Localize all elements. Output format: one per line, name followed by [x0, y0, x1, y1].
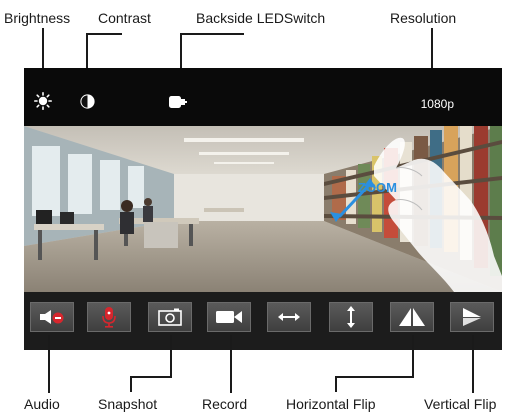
callout-audio: Audio: [24, 396, 60, 412]
top-toolbar: 1080p: [24, 68, 502, 126]
leader-hflip-v: [412, 335, 414, 377]
sun-icon[interactable]: [34, 92, 53, 111]
video-feed[interactable]: ZOOM: [24, 126, 502, 292]
vertical-arrows-button[interactable]: [329, 302, 373, 332]
leader-snapshot-v1: [170, 335, 172, 377]
camera-icon: [158, 308, 182, 326]
horizontal-flip-button[interactable]: [390, 302, 434, 332]
speaker-mute-icon: [40, 310, 64, 324]
callout-record: Record: [202, 396, 248, 412]
leader-snapshot-v2: [130, 376, 132, 392]
leader-led-h: [180, 33, 244, 35]
video-camera-icon: [216, 311, 242, 323]
leader-record: [230, 335, 232, 393]
horizontal-arrows-button[interactable]: [267, 302, 311, 332]
leader-vflip: [472, 335, 474, 393]
microphone-icon: [102, 307, 116, 328]
bottom-toolbar: [24, 292, 502, 350]
record-button[interactable]: [207, 302, 251, 332]
callout-vertical-flip: Vertical Flip: [424, 396, 497, 412]
leader-contrast-h: [86, 33, 122, 35]
audio-button[interactable]: [30, 302, 74, 332]
callout-snapshot: Snapshot: [98, 396, 158, 412]
snapshot-button[interactable]: [148, 302, 192, 332]
zoom-label: ZOOM: [358, 180, 397, 195]
callout-contrast: Contrast: [98, 10, 151, 26]
leader-hflip-h: [335, 376, 414, 378]
contrast-icon[interactable]: [80, 94, 95, 109]
led-icon[interactable]: [168, 94, 188, 110]
callout-backside-led: Backside LEDSwitch: [196, 10, 326, 26]
callout-resolution: Resolution: [390, 10, 457, 26]
horizontal-arrows-icon: [278, 313, 300, 321]
callout-horizontal-flip: Horizontal Flip: [286, 396, 376, 412]
callout-brightness: Brightness: [4, 10, 71, 26]
office-scene: [24, 126, 502, 292]
camera-app-screen: 1080p ZOOM: [24, 68, 502, 350]
talk-button[interactable]: [87, 302, 131, 332]
horizontal-flip-icon: [399, 308, 425, 326]
vertical-flip-button[interactable]: [450, 302, 494, 332]
vertical-arrows-icon: [347, 306, 355, 328]
leader-snapshot-h: [130, 376, 172, 378]
resolution-value[interactable]: 1080p: [421, 97, 454, 111]
leader-hflip-v2: [335, 376, 337, 392]
vertical-flip-icon: [463, 308, 481, 326]
leader-audio: [48, 335, 50, 393]
